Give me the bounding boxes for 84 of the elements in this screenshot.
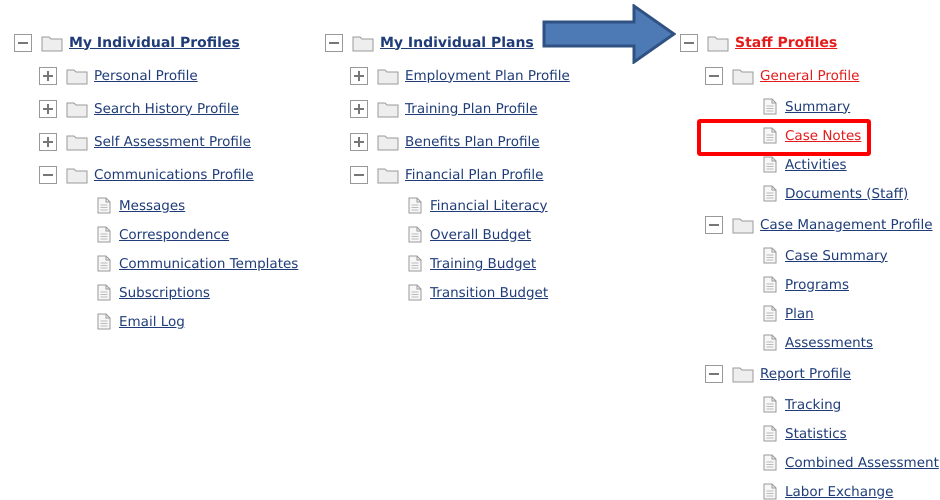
- tree-link[interactable]: Training Budget: [430, 256, 536, 272]
- folder-icon: [66, 66, 88, 84]
- collapse-toggle[interactable]: [705, 216, 723, 234]
- folder-icon: [377, 132, 399, 150]
- tree-link[interactable]: Financial Literacy: [430, 198, 548, 214]
- document-icon: [97, 284, 111, 301]
- tree-link[interactable]: Report Profile: [760, 366, 852, 382]
- tree-link[interactable]: General Profile: [760, 68, 860, 84]
- tree-link[interactable]: Programs: [785, 276, 849, 292]
- collapse-toggle[interactable]: [14, 34, 32, 52]
- tree-link[interactable]: Combined Assessment: [785, 454, 939, 470]
- folder-icon: [377, 166, 399, 184]
- collapse-toggle[interactable]: [350, 166, 368, 184]
- document-icon: [763, 305, 777, 322]
- collapse-toggle[interactable]: [705, 364, 723, 382]
- expand-toggle[interactable]: [350, 66, 368, 84]
- document-icon: [763, 454, 777, 471]
- folder-icon: [66, 100, 88, 118]
- document-icon: [763, 156, 777, 173]
- expand-toggle[interactable]: [39, 132, 57, 150]
- document-icon: [763, 334, 777, 351]
- folder-icon: [707, 34, 729, 52]
- folder-icon: [352, 34, 374, 52]
- tree-link[interactable]: Case Summary: [785, 248, 888, 264]
- folder-icon: [732, 66, 754, 84]
- tree-link[interactable]: Statistics: [785, 426, 847, 442]
- document-icon: [763, 276, 777, 293]
- tree-link[interactable]: My Individual Profiles: [69, 34, 240, 50]
- tree-link[interactable]: Employment Plan Profile: [405, 68, 570, 84]
- folder-icon: [377, 100, 399, 118]
- document-icon: [763, 98, 777, 115]
- tree-link[interactable]: Transition Budget: [430, 284, 548, 300]
- collapse-toggle[interactable]: [325, 34, 343, 52]
- folder-icon: [66, 132, 88, 150]
- folder-icon: [41, 34, 63, 52]
- expand-toggle[interactable]: [350, 100, 368, 118]
- tree-link[interactable]: Labor Exchange: [785, 484, 894, 500]
- tree-link[interactable]: Summary: [785, 98, 850, 114]
- tree-link[interactable]: Financial Plan Profile: [405, 166, 544, 182]
- tree-link[interactable]: Case Management Profile: [760, 216, 933, 232]
- tree-link[interactable]: Subscriptions: [119, 284, 210, 300]
- document-icon: [408, 284, 422, 301]
- folder-icon: [732, 364, 754, 382]
- tree-link[interactable]: Search History Profile: [94, 100, 239, 116]
- expand-toggle[interactable]: [350, 132, 368, 150]
- document-icon: [763, 396, 777, 413]
- document-icon: [97, 197, 111, 214]
- document-icon: [763, 247, 777, 264]
- collapse-toggle[interactable]: [39, 166, 57, 184]
- tree-link[interactable]: Activities: [785, 156, 847, 172]
- tree-link[interactable]: Correspondence: [119, 226, 230, 242]
- folder-icon: [732, 216, 754, 234]
- tree-link[interactable]: Staff Profiles: [735, 34, 838, 50]
- expand-toggle[interactable]: [39, 100, 57, 118]
- tree-link[interactable]: My Individual Plans: [380, 34, 534, 50]
- document-icon: [97, 313, 111, 330]
- tree-link[interactable]: Email Log: [119, 314, 185, 330]
- tree-link[interactable]: Plan: [785, 306, 814, 322]
- tree-link[interactable]: Benefits Plan Profile: [405, 134, 540, 150]
- collapse-toggle[interactable]: [705, 66, 723, 84]
- tree-link[interactable]: Messages: [119, 198, 186, 214]
- tree-link[interactable]: Personal Profile: [94, 68, 198, 84]
- document-icon: [97, 226, 111, 243]
- document-icon: [408, 226, 422, 243]
- tree-link[interactable]: Communications Profile: [94, 166, 254, 182]
- tree-link[interactable]: Training Plan Profile: [405, 100, 538, 116]
- expand-toggle[interactable]: [39, 66, 57, 84]
- tree-link[interactable]: Communication Templates: [119, 256, 298, 272]
- document-icon: [408, 255, 422, 272]
- folder-icon: [66, 166, 88, 184]
- document-icon: [763, 127, 777, 144]
- document-icon: [763, 425, 777, 442]
- arrow-icon: [542, 4, 676, 64]
- document-icon: [763, 185, 777, 202]
- folder-icon: [377, 66, 399, 84]
- tree-link[interactable]: Overall Budget: [430, 226, 532, 242]
- tree-link[interactable]: Documents (Staff): [785, 186, 908, 202]
- document-icon: [408, 197, 422, 214]
- tree-link[interactable]: Self Assessment Profile: [94, 134, 251, 150]
- tree-link[interactable]: Assessments: [785, 334, 874, 350]
- tree-link[interactable]: Tracking: [785, 396, 842, 412]
- tree-link[interactable]: Case Notes: [785, 128, 862, 144]
- collapse-toggle[interactable]: [680, 34, 698, 52]
- document-icon: [97, 255, 111, 272]
